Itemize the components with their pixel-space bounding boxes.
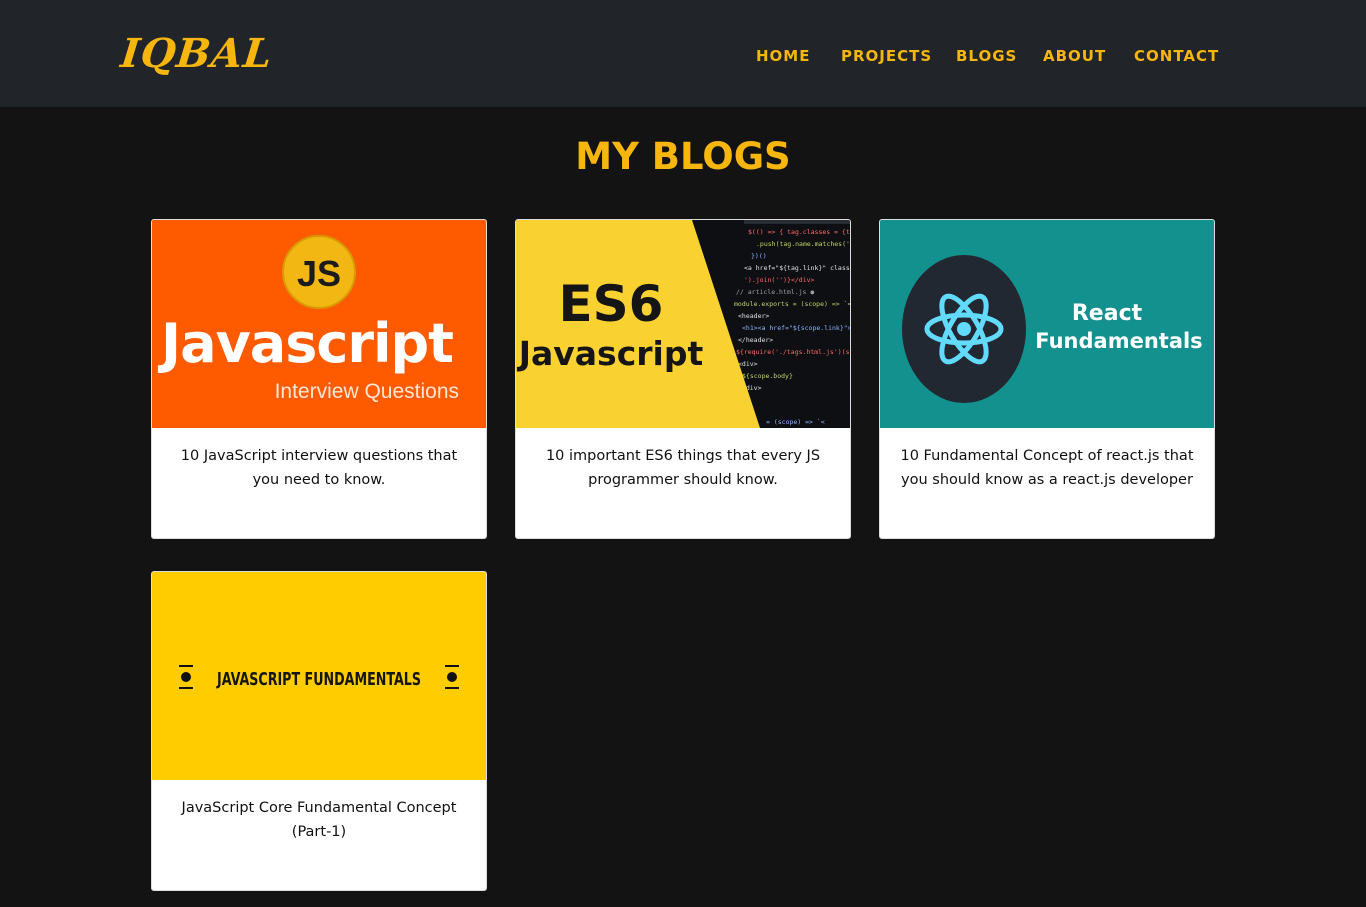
thumbnail-subheading: Javascript xyxy=(517,334,704,373)
nav-contact-link[interactable]: CONTACT xyxy=(1134,45,1219,67)
blog-card[interactable]: $(() => { tag.classes = {tag.class .push… xyxy=(515,219,851,539)
blog-title[interactable]: JavaScript Core Fundamental Concept (Par… xyxy=(168,796,470,844)
svg-text:= (scope) => `<: = (scope) => `< xyxy=(766,418,825,426)
blog-card[interactable]: JAVASCRIPT FUNDAMENTALS JavaScript Core … xyxy=(151,571,487,891)
svg-text:<a href="${tag.link}" class="$: <a href="${tag.link}" class="${tag.c xyxy=(744,264,850,272)
nav-about-link[interactable]: ABOUT xyxy=(1043,45,1106,67)
svg-text:$(() => { tag.classes = {tag.c: $(() => { tag.classes = {tag.class xyxy=(748,228,850,236)
thumbnail-heading: JAVASCRIPT FUNDAMENTALS xyxy=(216,669,421,690)
thumbnail-heading: Javascript xyxy=(157,312,453,375)
navbar: IQBAL HOME PROJECTS BLOGS ABOUT CONTACT xyxy=(0,0,1366,107)
nav-blogs-link[interactable]: BLOGS xyxy=(956,45,1017,67)
blog-title[interactable]: 10 Fundamental Concept of react.js that … xyxy=(896,444,1198,492)
svg-text:${require('./tags.html.js')(sc: ${require('./tags.html.js')(scope)} xyxy=(736,348,850,356)
blog-title[interactable]: 10 JavaScript interview questions that y… xyxy=(168,444,470,492)
js-badge-icon: JS xyxy=(282,235,356,309)
svg-text:.push(tag.name.matches('js') ?: .push(tag.name.matches('js') ? 'te xyxy=(756,240,850,248)
nav-menu: HOME PROJECTS BLOGS ABOUT CONTACT xyxy=(0,45,1366,67)
svg-text:module.exports = (scope) => `<: module.exports = (scope) => `<article> xyxy=(734,300,850,308)
blog-thumbnail: JS Javascript Interview Questions xyxy=(152,220,486,428)
blog-thumbnail: JAVASCRIPT FUNDAMENTALS xyxy=(152,572,486,780)
js-badge-text: JS xyxy=(297,253,341,294)
svg-text:<header>: <header> xyxy=(738,312,769,320)
blog-thumbnail: React Fundamentals xyxy=(880,220,1214,428)
svg-text:').join('')}</div>: ').join('')}</div> xyxy=(744,276,815,284)
svg-text:${scope.body}: ${scope.body} xyxy=(742,372,793,380)
blog-card[interactable]: React Fundamentals 10 Fundamental Concep… xyxy=(879,219,1215,539)
page-title: MY BLOGS xyxy=(575,135,791,178)
blog-card[interactable]: JS Javascript Interview Questions 10 Jav… xyxy=(151,219,487,539)
thumbnail-heading: React xyxy=(1072,301,1143,326)
blog-title[interactable]: 10 important ES6 things that every JS pr… xyxy=(532,444,834,492)
nav-home-link[interactable]: HOME xyxy=(756,45,810,67)
svg-text:// article.html.js ●: // article.html.js ● xyxy=(736,288,814,296)
thumbnail-subheading: Interview Questions xyxy=(275,380,459,403)
svg-text:</header>: </header> xyxy=(738,336,773,344)
thumbnail-subheading: Fundamentals xyxy=(1035,329,1202,353)
thumbnail-heading: ES6 xyxy=(559,275,664,333)
blog-thumbnail: $(() => { tag.classes = {tag.class .push… xyxy=(516,220,850,428)
svg-text:<div>: <div> xyxy=(738,360,758,368)
svg-text:})(): })() xyxy=(751,252,767,260)
svg-text:<h1><a href="${scope.link}">${: <h1><a href="${scope.link}">${scope.ti xyxy=(742,324,850,332)
nav-projects-link[interactable]: PROJECTS xyxy=(841,45,932,67)
